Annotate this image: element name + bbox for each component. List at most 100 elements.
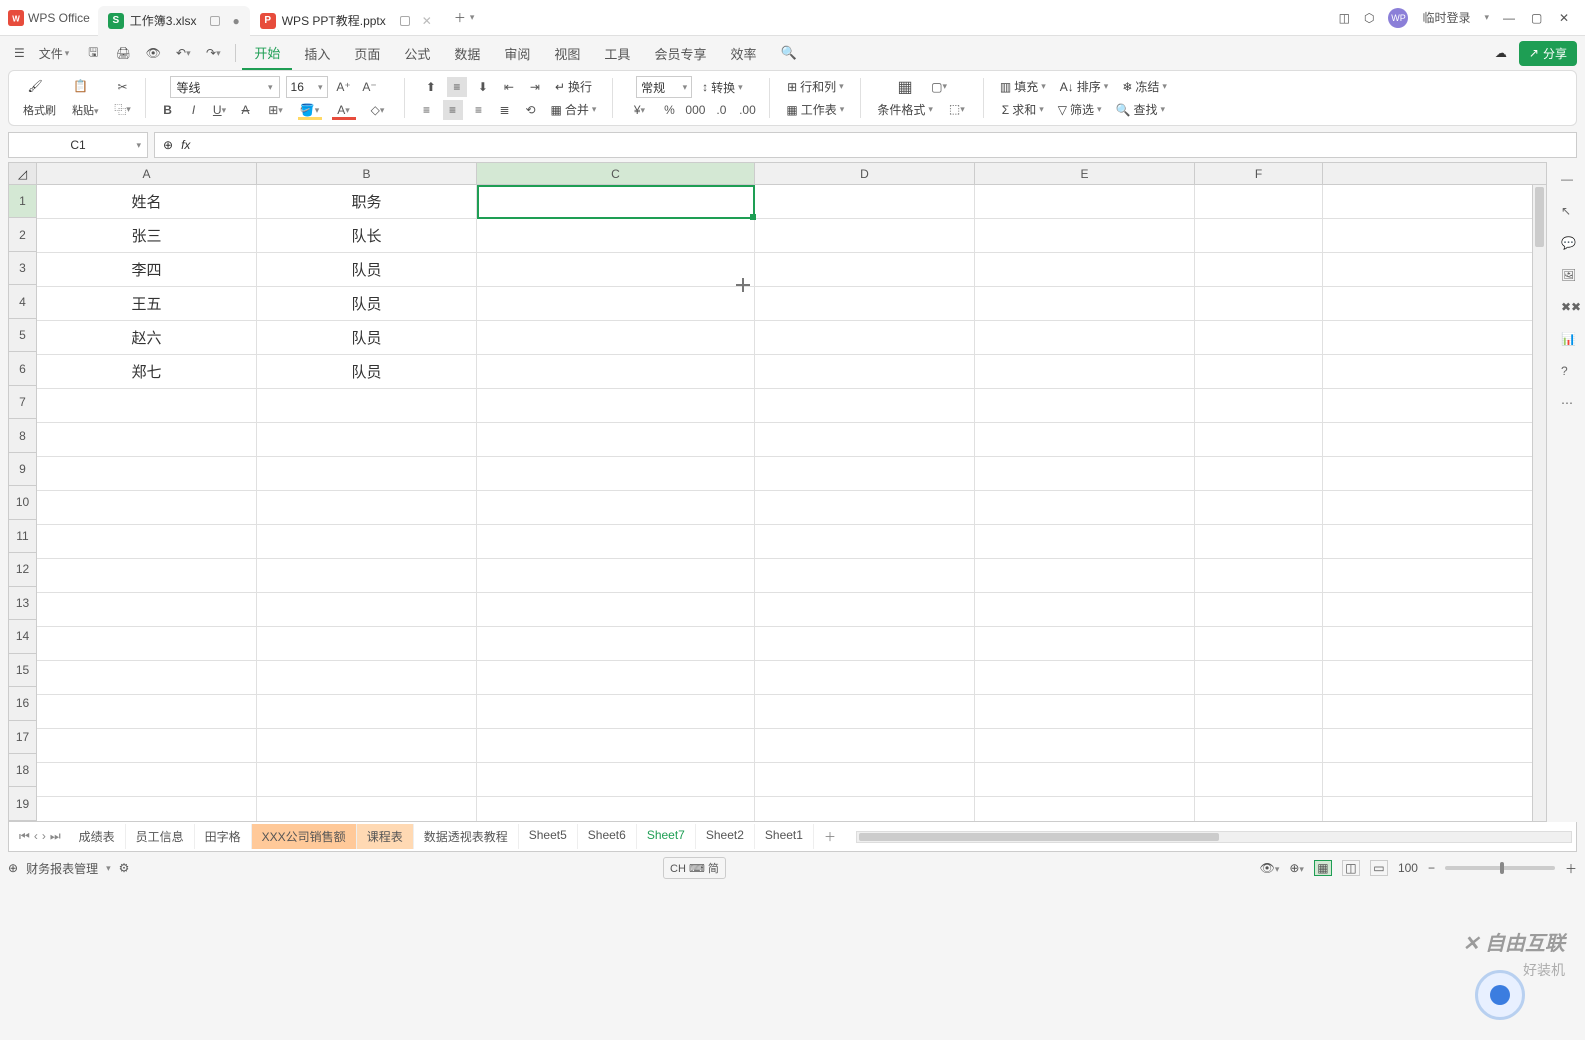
view-page-icon[interactable]: ◫ [1342, 860, 1360, 876]
rowcol-button[interactable]: ⊞行和列▾ [783, 76, 848, 97]
align-middle-icon[interactable]: ≡ [447, 77, 467, 97]
name-box[interactable]: C1▾ [8, 132, 148, 158]
increase-indent-icon[interactable]: ⇥ [525, 77, 545, 97]
redo-icon[interactable]: ↷▾ [203, 43, 223, 63]
cell-F8[interactable] [1195, 423, 1323, 456]
cell-D4[interactable] [755, 287, 975, 320]
print-icon[interactable]: 🖨 [113, 43, 133, 63]
cell-A9[interactable] [37, 457, 257, 490]
comma-icon[interactable]: 000 [685, 100, 705, 120]
cell-C6[interactable] [477, 355, 755, 388]
font-color-icon[interactable]: A▾ [330, 100, 358, 120]
tab-close-1[interactable]: ● [232, 14, 239, 28]
cell-C18[interactable] [477, 763, 755, 796]
cell-C3[interactable] [477, 253, 755, 286]
cell-F16[interactable] [1195, 695, 1323, 728]
cell-E1[interactable] [975, 185, 1195, 218]
row-header-11[interactable]: 11 [9, 520, 36, 553]
avatar[interactable]: WP [1388, 8, 1408, 28]
sheet-tab-8[interactable]: Sheet7 [637, 824, 696, 849]
row-header-9[interactable]: 9 [9, 453, 36, 486]
cell-D3[interactable] [755, 253, 975, 286]
target-icon[interactable]: ⊕▾ [1289, 861, 1304, 875]
row-header-17[interactable]: 17 [9, 721, 36, 754]
cell-E15[interactable] [975, 661, 1195, 694]
formula-bar[interactable]: ⊕ fx [154, 132, 1577, 158]
cell-A18[interactable] [37, 763, 257, 796]
cell-F3[interactable] [1195, 253, 1323, 286]
cell-F19[interactable] [1195, 797, 1323, 821]
cell-B10[interactable] [257, 491, 477, 524]
view-normal-icon[interactable]: ▦ [1314, 860, 1332, 876]
tab-view[interactable]: 视图 [542, 38, 592, 69]
cell-C14[interactable] [477, 627, 755, 660]
cell-B4[interactable]: 队员 [257, 287, 477, 320]
select-all-corner[interactable]: ◿ [9, 163, 37, 184]
cell-F12[interactable] [1195, 559, 1323, 592]
col-header-F[interactable]: F [1195, 163, 1323, 184]
sheet-tab-6[interactable]: Sheet5 [519, 824, 578, 849]
cell-F2[interactable] [1195, 219, 1323, 252]
freeze-button[interactable]: ❄冻结▾ [1118, 76, 1171, 97]
cell-D15[interactable] [755, 661, 975, 694]
cell-E19[interactable] [975, 797, 1195, 821]
currency-icon[interactable]: ¥▾ [625, 100, 653, 120]
sheet-tab-9[interactable]: Sheet2 [696, 824, 755, 849]
fill-button[interactable]: ▥填充▾ [996, 76, 1050, 97]
cell-E6[interactable] [975, 355, 1195, 388]
cell-C17[interactable] [477, 729, 755, 762]
cell-F13[interactable] [1195, 593, 1323, 626]
sheet-tab-4[interactable]: 课程表 [357, 824, 414, 849]
eye-icon[interactable]: 👁▾ [1260, 861, 1280, 875]
cell-B7[interactable] [257, 389, 477, 422]
sort-button[interactable]: A↓排序▾ [1056, 76, 1113, 97]
sheet-tab-5[interactable]: 数据透视表教程 [414, 824, 519, 849]
horizontal-scrollbar[interactable] [856, 831, 1572, 843]
cell-F18[interactable] [1195, 763, 1323, 796]
row-header-18[interactable]: 18 [9, 754, 36, 787]
cell-D9[interactable] [755, 457, 975, 490]
cell-E13[interactable] [975, 593, 1195, 626]
rail-collapse-icon[interactable]: — [1561, 172, 1579, 190]
expand-fx-icon[interactable]: ⊕ [163, 138, 173, 152]
cell-style-icon[interactable]: ▢▾ [925, 77, 953, 97]
tab-close-2[interactable]: ✕ [422, 14, 432, 28]
cell-A14[interactable] [37, 627, 257, 660]
print-preview-icon[interactable]: 👁 [143, 43, 163, 63]
tab-formula[interactable]: 公式 [392, 38, 442, 69]
cell-C7[interactable] [477, 389, 755, 422]
hamburger-icon[interactable]: ☰ [8, 42, 31, 64]
cell-F17[interactable] [1195, 729, 1323, 762]
cell-A12[interactable] [37, 559, 257, 592]
close-window-button[interactable]: ✕ [1559, 11, 1573, 25]
rail-more-icon[interactable]: ⋯ [1561, 396, 1579, 414]
cell-B18[interactable] [257, 763, 477, 796]
cell-F6[interactable] [1195, 355, 1323, 388]
cell-D7[interactable] [755, 389, 975, 422]
cell-B12[interactable] [257, 559, 477, 592]
cell-B19[interactable] [257, 797, 477, 821]
font-size-select[interactable]: 16▾ [286, 76, 328, 98]
sheet-tab-10[interactable]: Sheet1 [755, 824, 814, 849]
tab-page[interactable]: 页面 [342, 38, 392, 69]
vertical-scrollbar[interactable] [1532, 185, 1546, 821]
cell-A3[interactable]: 李四 [37, 253, 257, 286]
decrease-font-icon[interactable]: A⁻ [360, 77, 380, 97]
cell-F5[interactable] [1195, 321, 1323, 354]
cell-B15[interactable] [257, 661, 477, 694]
cell-D14[interactable] [755, 627, 975, 660]
align-top-icon[interactable]: ⬆ [421, 77, 441, 97]
format-painter[interactable]: 🖌格式刷 [17, 79, 62, 118]
row-header-1[interactable]: 1 [9, 185, 36, 218]
sheet-nav-prev[interactable]: ‹ [34, 829, 38, 844]
number-format-select[interactable]: 常规▾ [636, 76, 692, 98]
cell-C2[interactable] [477, 219, 755, 252]
cell-F14[interactable] [1195, 627, 1323, 660]
cell-E14[interactable] [975, 627, 1195, 660]
sheet-tab-0[interactable]: 成绩表 [69, 824, 126, 849]
cell-E9[interactable] [975, 457, 1195, 490]
cell-D16[interactable] [755, 695, 975, 728]
cell-E10[interactable] [975, 491, 1195, 524]
row-header-2[interactable]: 2 [9, 218, 36, 251]
cloud-icon[interactable]: ☁ [1495, 46, 1507, 60]
